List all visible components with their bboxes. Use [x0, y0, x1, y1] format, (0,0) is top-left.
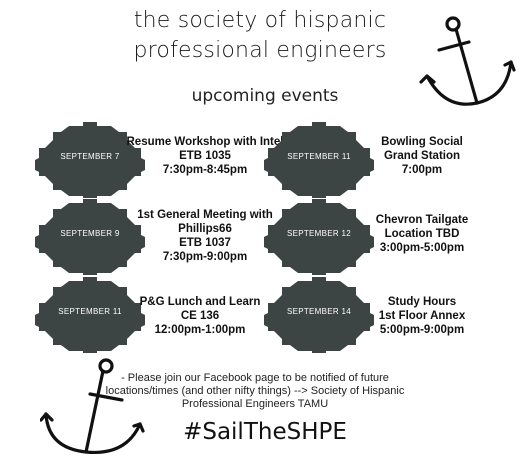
event-details: Bowling Social Grand Station 7:00pm	[337, 135, 507, 177]
event-details: Chevron Tailgate Location TBD 3:00pm-5:0…	[337, 213, 507, 255]
event-time: 5:00pm-9:00pm	[379, 324, 465, 336]
title-line-1: the society of hispanic	[133, 8, 387, 33]
event-title: Study Hours	[387, 296, 457, 308]
event-details: P&G Lunch and Learn CE 136 12:00pm-1:00p…	[115, 295, 285, 337]
title-line-2: professional engineers	[133, 38, 387, 63]
event-location: Grand Station	[383, 150, 461, 162]
anchor-icon	[419, 16, 516, 106]
event-title: P&G Lunch and Learn	[139, 296, 261, 308]
page-title: the society of hispanic professional eng…	[100, 6, 420, 66]
event-details: Study Hours 1st Floor Annex 5:00pm-9:00p…	[337, 295, 507, 337]
hashtag: #SailTheSHPE	[183, 419, 347, 445]
event-location: CE 136	[180, 310, 220, 322]
facebook-note: - Please join our Facebook page to be no…	[95, 372, 415, 411]
event-location: 1st Floor Annex	[378, 310, 466, 322]
event-time: 12:00pm-1:00pm	[154, 324, 246, 336]
event-location: Location TBD	[384, 228, 460, 240]
event-title: Bowling Social	[381, 136, 463, 148]
event-time: 7:00pm	[401, 164, 443, 176]
note-line-1: - Please join our Facebook page to be no…	[121, 372, 389, 384]
event-title: Chevron Tailgate	[375, 214, 469, 226]
note-line-3: Professional Engineers TAMU	[181, 398, 329, 410]
event-time: 3:00pm-5:00pm	[379, 242, 465, 254]
note-line-2: locations/times (and other nifty things)…	[105, 385, 405, 397]
section-subtitle: upcoming events	[191, 86, 339, 106]
